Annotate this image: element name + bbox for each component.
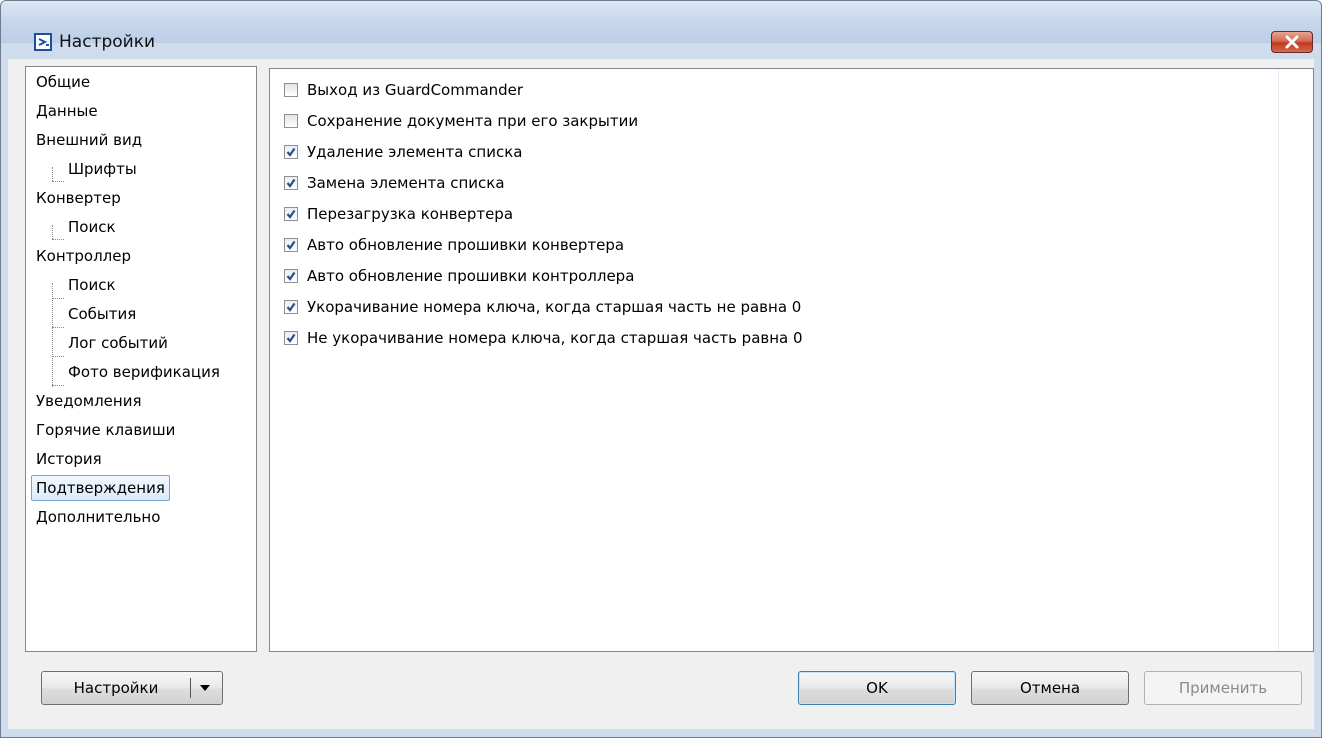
option-checkbox[interactable] xyxy=(284,238,298,252)
option-checkbox[interactable] xyxy=(284,114,298,128)
confirmations-panel: Выход из GuardCommander Сохранение докуме… xyxy=(269,68,1314,652)
settings-nav-tree[interactable]: Общие Данные Внешний вид Шрифты Конверте… xyxy=(25,66,257,652)
nav-item-hotkeys[interactable]: Горячие клавиши xyxy=(36,418,175,442)
close-icon xyxy=(1285,35,1299,49)
nav-item-converter[interactable]: Конвертер xyxy=(36,186,121,210)
option-checkbox[interactable] xyxy=(284,145,298,159)
option-label: Авто обновление прошивки контроллера xyxy=(307,267,635,285)
option-label: Авто обновление прошивки конвертера xyxy=(307,236,625,254)
option-checkbox[interactable] xyxy=(284,207,298,221)
option-checkbox[interactable] xyxy=(284,331,298,345)
checkmark-icon xyxy=(286,178,296,188)
tree-connector xyxy=(52,327,64,328)
apply-button[interactable]: Применить xyxy=(1144,671,1302,705)
panel-divider xyxy=(1278,69,1279,651)
nav-item-general[interactable]: Общие xyxy=(36,70,90,94)
option-checkbox[interactable] xyxy=(284,269,298,283)
option-label: Сохранение документа при его закрытии xyxy=(307,112,639,130)
tree-connector xyxy=(52,181,64,182)
nav-item-events[interactable]: События xyxy=(68,302,136,326)
nav-item-event-log[interactable]: Лог событий xyxy=(68,331,168,355)
checkmark-icon xyxy=(286,147,296,157)
checkmark-icon xyxy=(286,209,296,219)
option-label: Не укорачивание номера ключа, когда стар… xyxy=(307,329,803,347)
cancel-button[interactable]: Отмена xyxy=(971,671,1129,705)
tree-connector xyxy=(52,298,64,299)
checkmark-icon xyxy=(286,302,296,312)
option-label: Выход из GuardCommander xyxy=(307,81,524,99)
tree-connector xyxy=(52,167,53,181)
nav-item-controller[interactable]: Контроллер xyxy=(36,244,131,268)
option-checkbox[interactable] xyxy=(284,83,298,97)
dialog-client-area: Общие Данные Внешний вид Шрифты Конверте… xyxy=(8,59,1314,729)
window-title: Настройки xyxy=(59,32,156,52)
settings-window: Настройки Общие Данные Внешний вид Шрифт… xyxy=(0,0,1322,738)
nav-item-confirmations[interactable]: Подтверждения xyxy=(31,475,170,501)
tree-connector xyxy=(52,356,64,357)
tree-connector xyxy=(52,239,64,240)
nav-item-converter-search[interactable]: Поиск xyxy=(68,215,116,239)
nav-item-appearance[interactable]: Внешний вид xyxy=(36,128,142,152)
settings-split-button[interactable]: Настройки xyxy=(41,671,223,705)
app-icon xyxy=(34,33,52,51)
nav-item-fonts[interactable]: Шрифты xyxy=(68,157,137,181)
option-label: Замена элемента списка xyxy=(307,174,505,192)
nav-item-photo-verification[interactable]: Фото верификация xyxy=(68,360,220,384)
split-separator xyxy=(190,678,191,698)
checkmark-icon xyxy=(286,271,296,281)
tree-connector xyxy=(52,225,53,239)
tree-connector xyxy=(52,385,64,386)
ok-button[interactable]: OK xyxy=(798,671,956,705)
nav-item-advanced[interactable]: Дополнительно xyxy=(36,505,160,529)
checkmark-icon xyxy=(286,333,296,343)
settings-button-label: Настройки xyxy=(73,679,159,697)
option-checkbox[interactable] xyxy=(284,176,298,190)
option-label: Укорачивание номера ключа, когда старшая… xyxy=(307,298,802,316)
nav-item-data[interactable]: Данные xyxy=(36,99,98,123)
checkmark-icon xyxy=(286,240,296,250)
nav-item-history[interactable]: История xyxy=(36,447,102,471)
title-bar: Настройки xyxy=(1,1,1321,53)
dropdown-arrow-icon[interactable] xyxy=(199,684,211,692)
nav-item-notifications[interactable]: Уведомления xyxy=(36,389,141,413)
close-button[interactable] xyxy=(1271,31,1313,53)
option-label: Перезагрузка конвертера xyxy=(307,205,514,223)
option-label: Удаление элемента списка xyxy=(307,143,523,161)
nav-item-controller-search[interactable]: Поиск xyxy=(68,273,116,297)
option-checkbox[interactable] xyxy=(284,300,298,314)
